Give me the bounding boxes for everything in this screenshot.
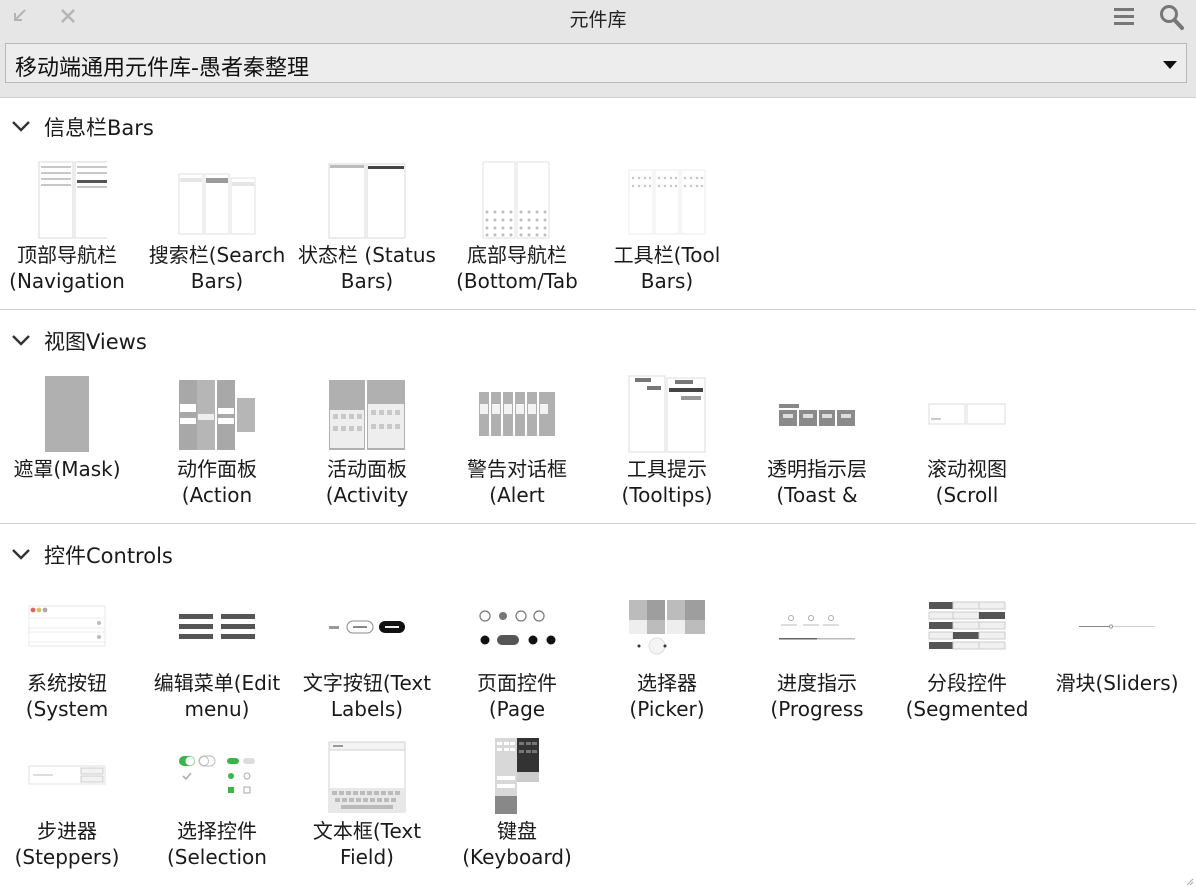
widget-segmented-control[interactable]: 分段控件 (Segmented [892, 588, 1042, 733]
widget-navigation-bars[interactable]: 顶部导航栏 (Navigation [0, 160, 142, 305]
widget-label-line1: 滑块(Sliders) [1055, 671, 1179, 695]
widget-text-field[interactable]: 文本框(Text Field) [292, 736, 442, 881]
widget-label-line2: Bars) [340, 269, 394, 293]
widget-status-bars[interactable]: 状态栏 (Status Bars) [292, 160, 442, 305]
widget-label-line1: 顶部导航栏 [17, 243, 117, 267]
chevron-down-icon [11, 546, 31, 566]
library-dropdown[interactable]: 移动端通用元件库-愚者秦整理 [5, 43, 1187, 83]
widget-label-line2: (Progress [770, 697, 864, 721]
widget-sliders[interactable]: 滑块(Sliders) [1042, 588, 1192, 733]
widget-label-line1: 文本框(Text [312, 819, 422, 843]
widget-text-labels[interactable]: 文字按钮(Text Labels) [292, 588, 442, 733]
widget-steppers[interactable]: 步进器 (Steppers) [0, 736, 142, 881]
widget-label-line1: 动作面板 [177, 457, 257, 481]
widget-toast-hud[interactable]: 透明指示层 (Toast & [742, 374, 892, 519]
widget-label-line1: 遮罩(Mask) [13, 457, 121, 481]
widget-system-buttons[interactable]: 系统按钮 (System [0, 588, 142, 733]
widget-label-line1: 进度指示 [777, 671, 857, 695]
section-divider [0, 309, 1196, 310]
widget-label-line2: (Page [488, 697, 546, 721]
widget-label-line2: (Segmented [905, 697, 1029, 721]
widget-label-line1: 选择器 [637, 671, 697, 695]
widget-label-line1: 键盘 [497, 819, 537, 843]
widget-tooltips[interactable]: 工具提示 (Tooltips) [592, 374, 742, 519]
widget-progress[interactable]: 进度指示 (Progress [742, 588, 892, 733]
widget-label-line1: 编辑菜单(Edit [153, 671, 281, 695]
chevron-down-icon [11, 332, 31, 352]
widget-action-sheet[interactable]: 动作面板 (Action [142, 374, 292, 519]
widget-label-line2: (Action [181, 483, 253, 507]
widget-label-line1: 底部导航栏 [467, 243, 567, 267]
widget-label-line1: 工具提示 [627, 457, 707, 481]
widget-tool-bars[interactable]: 工具栏(Tool Bars) [592, 160, 742, 305]
widget-label-line2: (Alert [489, 483, 545, 507]
search-icon[interactable] [1159, 3, 1185, 35]
widget-label-line2: (Picker) [629, 697, 705, 721]
window-title: 元件库 [569, 9, 627, 31]
widget-label-line1: 页面控件 [477, 671, 557, 695]
widget-label-line1: 系统按钮 [27, 671, 107, 695]
widget-label-line1: 分段控件 [927, 671, 1007, 695]
widget-label-line1: 文字按钮(Text [302, 671, 432, 695]
widget-label-line2: (Navigation [9, 269, 125, 293]
widget-label-line1: 透明指示层 [767, 457, 867, 481]
resize-grip-icon[interactable] [1184, 871, 1194, 890]
widget-label-line2: (Activity [325, 483, 409, 507]
widget-label-line1: 警告对话框 [467, 457, 567, 481]
widget-label-line1: 活动面板 [327, 457, 407, 481]
chevron-down-icon [11, 118, 31, 138]
widget-alert-views[interactable]: 警告对话框 (Alert [442, 374, 592, 519]
dropdown-caret-icon [1163, 61, 1177, 69]
widget-mask[interactable]: 遮罩(Mask) [0, 374, 142, 519]
section-title-views: 视图Views [44, 330, 147, 354]
section-title-controls: 控件Controls [44, 544, 173, 568]
section-header-views[interactable]: 视图Views [0, 323, 1196, 357]
widget-scroll-view[interactable]: 滚动视图 (Scroll [892, 374, 1042, 519]
section-title-bars: 信息栏Bars [44, 116, 154, 140]
library-dropdown-value: 移动端通用元件库-愚者秦整理 [15, 56, 309, 81]
menu-icon[interactable] [1112, 3, 1136, 33]
section-header-controls[interactable]: 控件Controls [0, 537, 1196, 571]
widget-label-line1: 滚动视图 [927, 457, 1007, 481]
widget-label-line2: menu) [184, 697, 250, 721]
widget-label-line2: Labels) [330, 697, 404, 721]
title-bar: 元件库 [0, 0, 1196, 36]
widget-label-line2: (System [25, 697, 109, 721]
widget-label-line2: (Scroll [935, 483, 999, 507]
widget-activity-view[interactable]: 活动面板 (Activity [292, 374, 442, 519]
widget-search-bars[interactable]: 搜索栏(Search Bars) [142, 160, 292, 305]
widget-keyboard[interactable]: 键盘 (Keyboard) [442, 736, 592, 881]
widget-label-line2: (Keyboard) [462, 845, 572, 869]
widget-label-line1: 搜索栏(Search [148, 243, 286, 267]
widget-picker[interactable]: 选择器 (Picker) [592, 588, 742, 733]
widget-label-line2: (Tooltips) [621, 483, 713, 507]
widget-label-line1: 工具栏(Tool [613, 243, 721, 267]
widget-edit-menu[interactable]: 编辑菜单(Edit menu) [142, 588, 292, 733]
library-bar: 移动端通用元件库-愚者秦整理 [0, 36, 1196, 98]
widget-label-line2: (Toast & [776, 483, 858, 507]
section-divider [0, 523, 1196, 524]
widget-label-line1: 步进器 [37, 819, 97, 843]
widget-label-line2: (Bottom/Tab [456, 269, 578, 293]
widget-label-line2: Bars) [190, 269, 244, 293]
widget-selection-controls[interactable]: 选择控件 (Selection [142, 736, 292, 881]
widget-label-line1: 状态栏 (Status [298, 243, 436, 267]
widget-label-line2: (Selection [167, 845, 267, 869]
widget-label-line2: Bars) [640, 269, 694, 293]
widget-bottom-tab-bars[interactable]: 底部导航栏 (Bottom/Tab [442, 160, 592, 305]
section-header-bars[interactable]: 信息栏Bars [0, 109, 1196, 143]
widget-page-control[interactable]: 页面控件 (Page [442, 588, 592, 733]
widget-label-line1: 选择控件 [177, 819, 257, 843]
widget-label-line2: (Steppers) [14, 845, 120, 869]
widget-label-line2: Field) [340, 845, 394, 869]
